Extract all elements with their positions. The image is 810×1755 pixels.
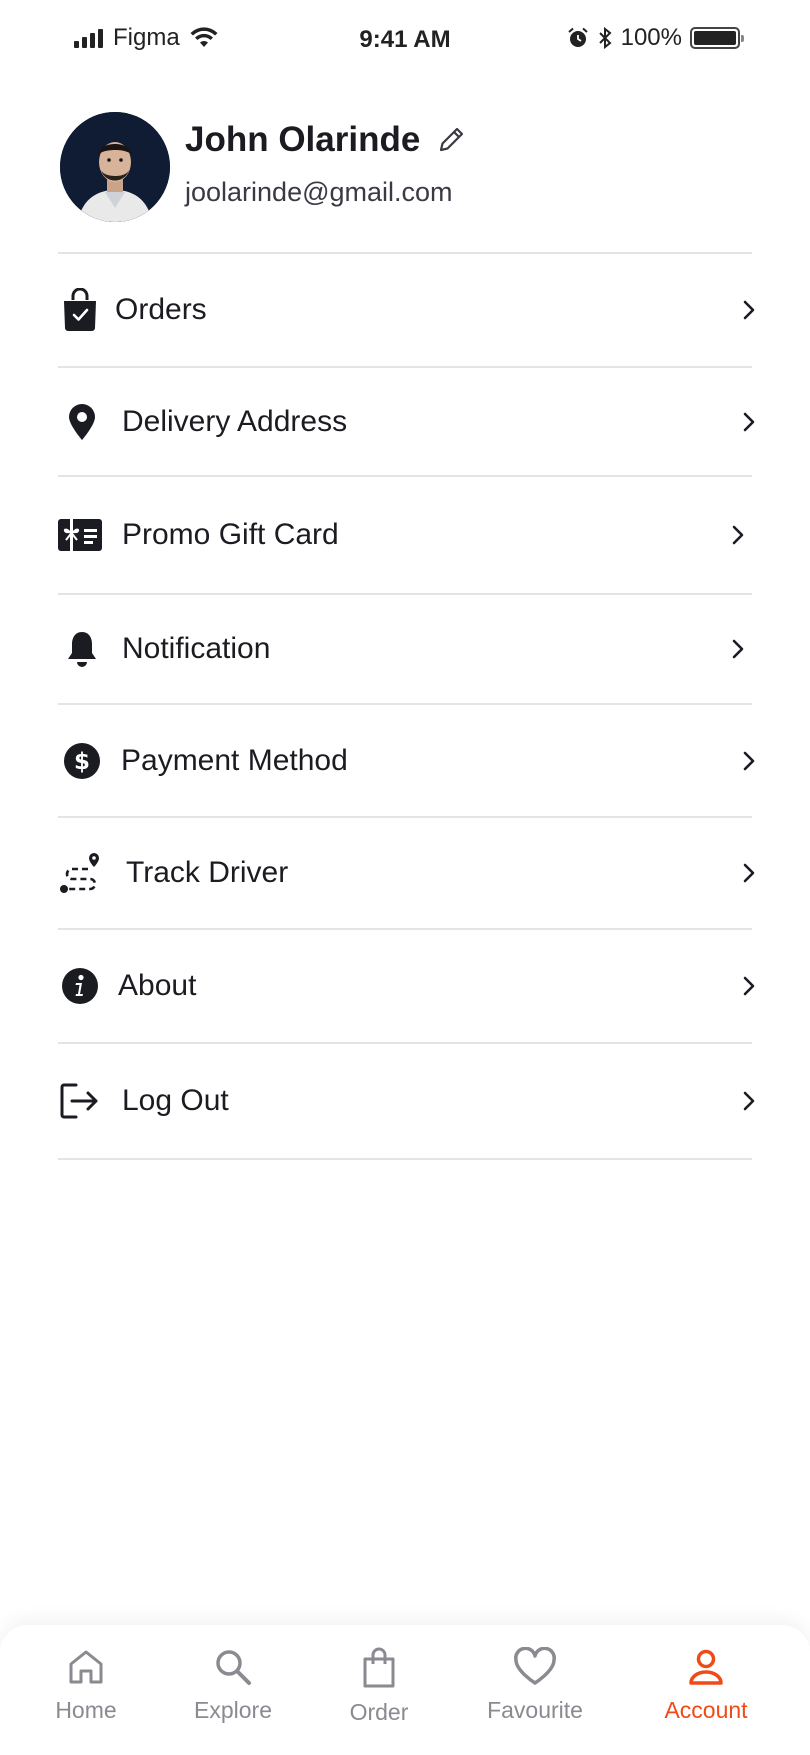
nav-account[interactable]: Account — [631, 1647, 781, 1724]
svg-text:$: $ — [74, 749, 90, 775]
status-bar: Figma 9:41 AM 100% — [0, 0, 810, 80]
nav-label: Home — [55, 1697, 117, 1723]
nav-order[interactable]: Order — [304, 1647, 454, 1726]
heart-icon — [514, 1647, 556, 1685]
nav-label: Explore — [194, 1697, 272, 1723]
battery-percent: 100% — [620, 24, 682, 51]
battery-icon — [690, 27, 744, 49]
route-icon — [58, 851, 102, 895]
chevron-right-icon — [727, 524, 749, 546]
location-pin-icon — [60, 400, 104, 444]
menu-item-label: About — [118, 969, 197, 1002]
menu-item-promo-gift-card[interactable]: Promo Gift Card — [58, 477, 752, 593]
dollar-icon: $ — [60, 739, 104, 783]
shopping-bag-icon — [58, 288, 102, 332]
avatar-image — [60, 112, 170, 222]
chevron-right-icon — [738, 411, 760, 433]
chevron-right-icon — [738, 299, 760, 321]
chevron-right-icon — [738, 1090, 760, 1112]
alarm-icon — [567, 27, 588, 47]
nav-explore[interactable]: Explore — [158, 1647, 308, 1724]
chevron-right-icon — [727, 638, 749, 660]
edit-pencil-icon[interactable] — [436, 125, 466, 155]
chevron-right-icon — [738, 862, 760, 884]
status-right: 100% — [567, 24, 744, 52]
user-icon — [689, 1649, 723, 1685]
profile-name: John Olarinde — [185, 120, 421, 159]
nav-label: Order — [349, 1699, 409, 1725]
search-icon — [216, 1650, 251, 1685]
bag-icon — [363, 1647, 395, 1688]
bottom-nav: Home Explore Order Favourite Account — [0, 1625, 810, 1755]
menu-item-label: Log Out — [122, 1084, 229, 1117]
chevron-right-icon — [738, 750, 760, 772]
menu-item-about[interactable]: About — [58, 930, 755, 1042]
menu-item-label: Track Driver — [126, 856, 289, 889]
menu-item-label: Promo Gift Card — [122, 518, 339, 551]
menu-item-label: Orders — [115, 293, 207, 326]
account-menu: Orders Delivery Address Promo Gift Card … — [58, 252, 755, 1160]
menu-item-delivery-address[interactable]: Delivery Address — [58, 368, 755, 475]
gift-card-icon — [58, 513, 102, 557]
home-icon — [69, 1650, 103, 1684]
bell-icon — [60, 627, 104, 671]
name-row: John Olarinde — [185, 120, 466, 160]
logout-icon — [58, 1079, 102, 1123]
menu-item-payment-method[interactable]: $ Payment Method — [58, 705, 755, 816]
profile-email: joolarinde@gmail.com — [185, 177, 453, 207]
menu-item-notification[interactable]: Notification — [58, 595, 752, 703]
bluetooth-icon — [598, 26, 612, 50]
profile-header: John Olarinde joolarinde@gmail.com — [60, 110, 750, 222]
info-icon — [58, 964, 102, 1008]
menu-item-track-driver[interactable]: Track Driver — [58, 818, 755, 928]
menu-item-label: Notification — [122, 632, 271, 665]
chevron-right-icon — [738, 975, 760, 997]
menu-divider — [58, 1158, 752, 1160]
menu-item-orders[interactable]: Orders — [58, 254, 755, 366]
avatar[interactable] — [60, 112, 170, 222]
menu-item-label: Delivery Address — [122, 404, 348, 438]
nav-label: Account — [664, 1697, 748, 1723]
menu-item-log-out[interactable]: Log Out — [58, 1044, 755, 1158]
menu-item-label: Payment Method — [121, 743, 348, 777]
nav-label: Favourite — [487, 1697, 583, 1723]
nav-favourite[interactable]: Favourite — [460, 1647, 610, 1724]
nav-home[interactable]: Home — [11, 1647, 161, 1724]
